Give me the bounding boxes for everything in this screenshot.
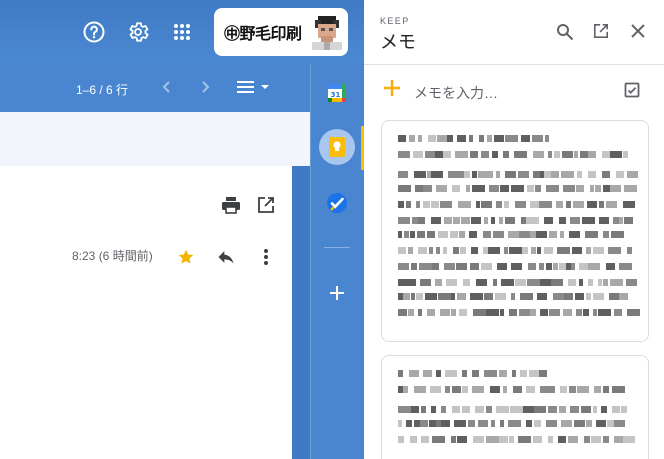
keep-title: メモ: [380, 32, 416, 52]
note-card[interactable]: [381, 120, 649, 342]
rail-separator: [324, 247, 350, 248]
add-note-placeholder: メモを入力…: [414, 85, 498, 101]
calendar-icon[interactable]: 31: [319, 75, 355, 111]
keep-bulb-icon[interactable]: [319, 129, 355, 165]
rail-divider: [310, 64, 311, 459]
print-icon[interactable]: [220, 194, 242, 216]
density-menu-icon[interactable]: [236, 78, 272, 101]
svg-text:31: 31: [331, 91, 341, 99]
open-in-new-icon[interactable]: [593, 23, 609, 39]
keep-eyebrow: KEEP: [380, 16, 410, 26]
account-switcher[interactable]: ㊥野毛印刷: [214, 8, 348, 56]
gmail-header: ㊥野毛印刷: [0, 0, 364, 64]
message-toolbar: 1–6 / 6 行: [0, 64, 310, 112]
gear-icon[interactable]: [124, 18, 152, 46]
chevron-left-icon[interactable]: [158, 78, 176, 101]
add-note-row[interactable]: メモを入力…: [364, 65, 664, 115]
checkbox-icon[interactable]: [624, 82, 640, 103]
gmail-message-pane: 1–6 / 6 行 8:23 (6 時間前): [0, 64, 310, 459]
subject-bar: [0, 112, 310, 166]
brand-logo-text: ㊥野毛印刷: [224, 24, 302, 43]
keep-panel: KEEP メモ メモを入力…: [364, 0, 664, 459]
note-card[interactable]: [381, 355, 649, 459]
apps-grid-icon[interactable]: [168, 18, 196, 46]
plus-icon[interactable]: [319, 275, 355, 311]
avatar: [312, 16, 342, 50]
close-icon[interactable]: [630, 23, 646, 39]
message-time: 8:23 (6 時間前): [72, 249, 153, 263]
search-icon[interactable]: [556, 23, 574, 41]
message-body: 8:23 (6 時間前): [0, 166, 292, 459]
reply-icon[interactable]: [215, 246, 237, 268]
plus-icon: [382, 78, 402, 103]
more-vert-icon[interactable]: [255, 246, 277, 268]
side-apps-rail: 31: [310, 64, 364, 459]
open-in-new-icon[interactable]: [255, 194, 277, 216]
tasks-check-icon[interactable]: [319, 185, 355, 221]
star-icon[interactable]: [175, 246, 197, 268]
chevron-right-icon[interactable]: [196, 78, 214, 101]
pager-text: 1–6 / 6 行: [76, 83, 129, 97]
help-circle-icon[interactable]: [80, 18, 108, 46]
